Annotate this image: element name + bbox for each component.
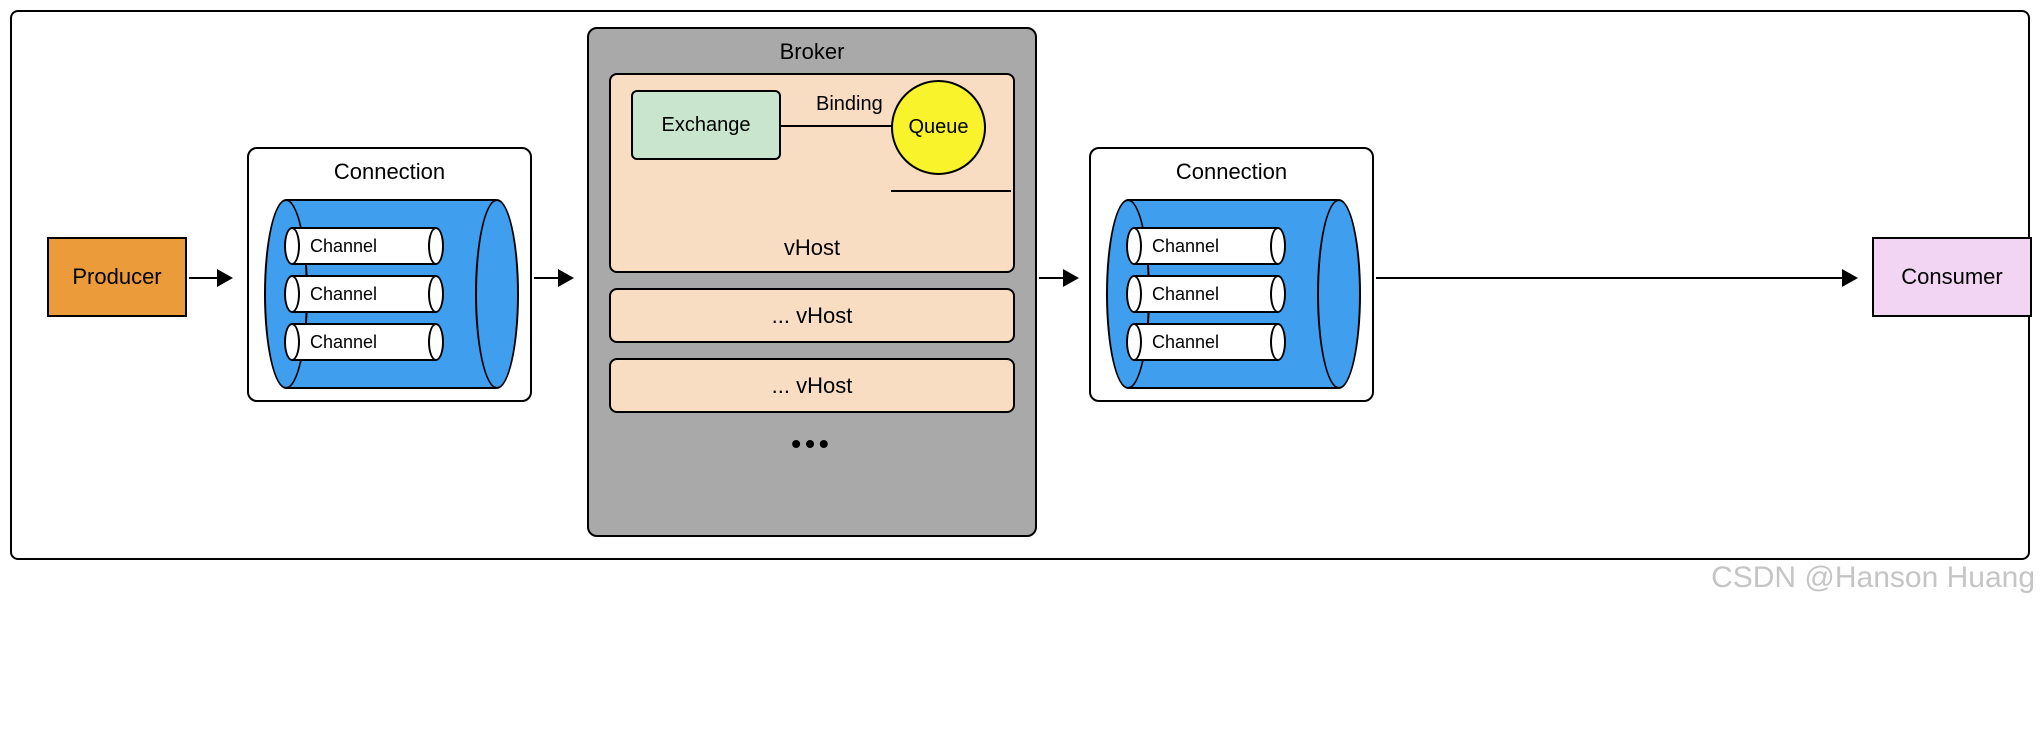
channel-item: Channel (1126, 227, 1286, 265)
channel-item: Channel (1126, 275, 1286, 313)
consumer-node: Consumer (1872, 237, 2032, 317)
channel-cap-left (1126, 227, 1142, 265)
channel-item: Channel (1126, 323, 1286, 361)
ellipsis-icon: ••• (589, 428, 1035, 460)
diagram-frame: Producer Connection Channel Channel Chan… (10, 10, 2030, 560)
exchange-label: Exchange (662, 114, 751, 137)
channel-label: Channel (292, 275, 436, 313)
broker-title: Broker (589, 39, 1035, 65)
exchange-node: Exchange (631, 90, 781, 160)
channel-item: Channel (284, 323, 444, 361)
channel-cap-left (1126, 323, 1142, 361)
vhost-main: Exchange Binding Queue vHost (609, 73, 1015, 273)
watermark-text: CSDN @Hanson Huang (1711, 561, 2035, 595)
channel-label: Channel (1134, 275, 1278, 313)
cylinder-cap-right (475, 199, 519, 389)
vhost-row: ... vHost (609, 288, 1015, 343)
broker-box: Broker Exchange Binding Queue vHost ... … (587, 27, 1037, 537)
connection-box-1: Connection Channel Channel Channel (247, 147, 532, 402)
queue-node: Queue (891, 80, 986, 175)
channel-label: Channel (1134, 323, 1278, 361)
channel-label: Channel (292, 323, 436, 361)
connection-title: Connection (249, 159, 530, 185)
arrow-producer-to-connection (189, 277, 231, 279)
channel-cap-right (1270, 275, 1286, 313)
channel-cap-left (284, 227, 300, 265)
channel-cap-right (428, 275, 444, 313)
arrow-connection-to-broker (534, 277, 572, 279)
channel-item: Channel (284, 227, 444, 265)
arrow-connection-to-consumer (1376, 277, 1856, 279)
cylinder-cap-right (1317, 199, 1361, 389)
vhost-row-label: ... vHost (772, 303, 853, 329)
connection-box-2: Connection Channel Channel Channel (1089, 147, 1374, 402)
channel-cap-left (284, 275, 300, 313)
channel-label: Channel (1134, 227, 1278, 265)
connection-title: Connection (1091, 159, 1372, 185)
connection-cylinder: Channel Channel Channel (264, 199, 519, 389)
channel-cap-right (1270, 227, 1286, 265)
binding-label: Binding (816, 93, 883, 116)
vhost-label: vHost (611, 235, 1013, 261)
queue-label: Queue (908, 116, 968, 139)
producer-node: Producer (47, 237, 187, 317)
vhost-row: ... vHost (609, 358, 1015, 413)
channel-cap-right (428, 323, 444, 361)
channel-cap-left (1126, 275, 1142, 313)
channel-label: Channel (292, 227, 436, 265)
consumer-label: Consumer (1901, 264, 2002, 290)
channel-cap-right (1270, 323, 1286, 361)
channel-cap-left (284, 323, 300, 361)
producer-label: Producer (72, 264, 161, 290)
arrow-broker-to-connection (1039, 277, 1077, 279)
queue-output-line (891, 190, 1011, 192)
channel-cap-right (428, 227, 444, 265)
binding-edge (781, 125, 906, 127)
channel-item: Channel (284, 275, 444, 313)
vhost-row-label: ... vHost (772, 373, 853, 399)
connection-cylinder: Channel Channel Channel (1106, 199, 1361, 389)
